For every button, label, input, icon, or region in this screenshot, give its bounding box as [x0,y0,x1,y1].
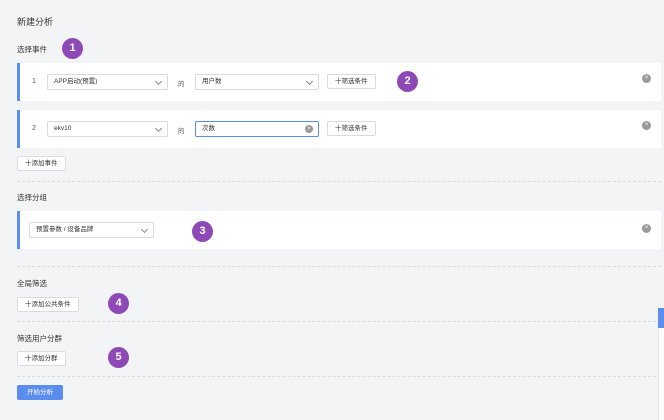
group-row: 预置参数 / 设备品牌 × [17,211,661,249]
annotation-badge-1: 1 [62,38,83,59]
close-icon[interactable]: × [642,74,651,83]
divider [17,321,661,322]
add-filter-button[interactable]: 十筛选条件 [327,121,376,136]
chevron-down-icon [140,225,149,234]
event-select[interactable]: APP启动(预置) [47,74,168,90]
group-select-value: 预置参数 / 设备品牌 [36,226,94,233]
event-row-number: 2 [32,125,36,132]
divider [17,181,661,182]
de-label: 的 [178,81,185,88]
clear-icon[interactable]: × [305,125,313,133]
event-select-value: ekv10 [54,125,72,132]
section-title-global-filter: 全局筛选 [17,279,47,288]
section-title-user-filter: 筛选用户分群 [17,334,62,343]
close-icon[interactable]: × [642,224,651,233]
event-select[interactable]: ekv10 [47,121,168,137]
de-label: 的 [178,128,185,135]
group-select[interactable]: 预置参数 / 设备品牌 [29,222,154,238]
annotation-badge-5: 5 [108,347,129,368]
section-title-events: 选择事件 [17,45,47,54]
divider [17,376,661,377]
add-event-button[interactable]: 十添加事件 [17,156,66,171]
metric-select-value: 用户数 [202,78,222,85]
annotation-badge-4: 4 [108,293,129,314]
start-analysis-button[interactable]: 开始分析 [17,385,63,400]
event-select-value: APP启动(预置) [54,78,98,85]
divider [17,266,661,267]
add-filter-button[interactable]: 十筛选条件 [327,74,376,89]
side-panel-tab[interactable] [658,308,664,328]
page-title: 新建分析 [17,17,54,27]
metric-select[interactable]: 次数 × [195,121,319,137]
close-icon[interactable]: × [642,121,651,130]
side-panel [658,328,664,420]
chevron-down-icon [305,77,314,86]
chevron-down-icon [154,77,163,86]
event-row-number: 1 [32,78,36,85]
section-title-group: 选择分组 [17,193,47,202]
event-row-1: 1 APP启动(预置) 的 用户数 十筛选条件 × [17,63,661,101]
annotation-badge-2: 2 [397,71,418,92]
metric-select-value: 次数 [202,125,215,132]
chevron-down-icon [154,124,163,133]
metric-select[interactable]: 用户数 [195,74,319,90]
annotation-badge-3: 3 [192,221,213,242]
add-public-filter-button[interactable]: 十添加公共条件 [17,297,79,312]
add-segment-button[interactable]: 十添加分群 [17,351,66,366]
event-row-2: 2 ekv10 的 次数 × 十筛选条件 × [17,110,661,148]
